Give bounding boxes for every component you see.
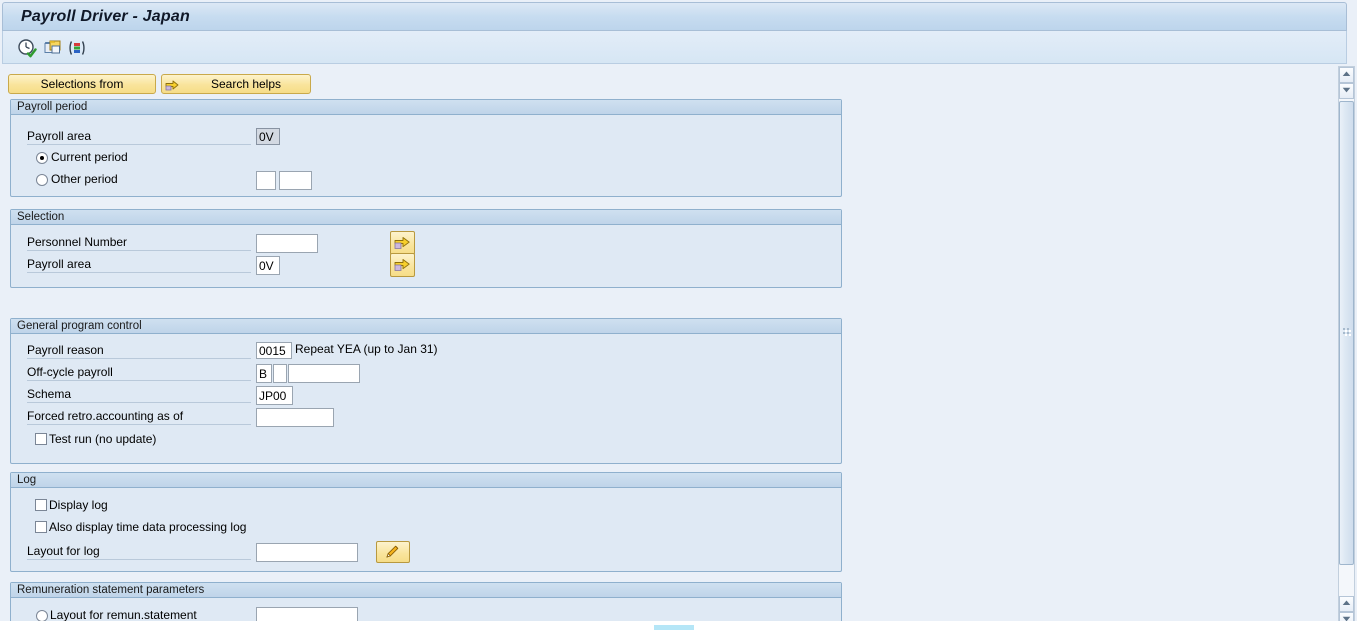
scroll-up-arrow-icon-bottom[interactable] [1339, 596, 1354, 612]
group-log-body: Display log Also display time data proce… [11, 488, 841, 571]
search-helps-label: Search helps [210, 77, 282, 91]
group-log: Log Display log Also display time data p… [10, 472, 842, 572]
label-time-data-log: Also display time data processing log [49, 520, 247, 534]
group-selection: Selection Personnel Number Payroll area [10, 209, 842, 288]
scrollbar-thumb[interactable] [1339, 101, 1354, 565]
input-forced-retro-accounting[interactable] [256, 408, 334, 427]
input-off-cycle-reason[interactable] [256, 364, 272, 383]
label-layout-for-log: Layout for log [27, 544, 251, 560]
selection-toolbar: Selections from Search helps [8, 74, 311, 94]
label-personnel-number: Personnel Number [27, 235, 251, 251]
vertical-scrollbar[interactable] [1338, 66, 1355, 629]
input-off-cycle-payroll-date[interactable] [288, 364, 360, 383]
horizontal-scrollbar-fragment[interactable] [654, 625, 694, 630]
label-payroll-area: Payroll area [27, 129, 251, 145]
execute-clock-icon[interactable] [17, 38, 37, 58]
group-general-program-control-body: Payroll reason Repeat YEA (up to Jan 31)… [11, 334, 841, 463]
input-layout-for-log[interactable] [256, 543, 358, 562]
window-titlebar: Payroll Driver - Japan [2, 2, 1347, 31]
label-other-period: Other period [51, 172, 118, 186]
group-general-program-control-header: General program control [11, 319, 841, 334]
search-helps-button[interactable]: Search helps [161, 74, 311, 94]
group-payroll-period-body: Payroll area Current period Other period [11, 115, 841, 196]
label-schema: Schema [27, 387, 251, 403]
page-title: Payroll Driver - Japan [21, 8, 190, 25]
radio-other-period[interactable] [36, 174, 48, 186]
multiple-selection-personnel-number-button[interactable] [390, 231, 415, 255]
text-payroll-reason-description: Repeat YEA (up to Jan 31) [295, 342, 438, 356]
input-other-period-first[interactable] [256, 171, 276, 190]
input-other-period-second[interactable] [279, 171, 312, 190]
application-toolbar: © www.tutorialkart.com [2, 31, 1347, 92]
multiple-selection-payroll-area-button[interactable] [390, 253, 415, 277]
selection-screen-pane: Selections from Search helps Payroll per… [2, 66, 1321, 629]
label-current-period: Current period [51, 150, 128, 164]
input-payroll-reason[interactable] [256, 342, 292, 359]
group-selection-header: Selection [11, 210, 841, 225]
label-selection-payroll-area: Payroll area [27, 257, 251, 273]
radio-current-period[interactable] [36, 152, 48, 164]
search-helps-arrow-icon [165, 77, 180, 92]
input-off-cycle-middle[interactable] [273, 364, 287, 383]
checkbox-time-data-log[interactable] [35, 521, 47, 533]
group-payroll-period-header: Payroll period [11, 100, 841, 115]
label-test-run: Test run (no update) [49, 432, 157, 446]
input-personnel-number[interactable] [256, 234, 318, 253]
checkbox-test-run[interactable] [35, 433, 47, 445]
scroll-down-arrow-icon-top[interactable] [1339, 83, 1354, 99]
scroll-up-arrow-icon[interactable] [1339, 67, 1354, 83]
input-schema[interactable] [256, 386, 293, 405]
checkbox-display-log[interactable] [35, 499, 47, 511]
group-payroll-period: Payroll period Payroll area Current peri… [10, 99, 842, 197]
label-off-cycle-payroll: Off-cycle payroll [27, 365, 251, 381]
label-display-log: Display log [49, 498, 108, 512]
group-log-header: Log [11, 473, 841, 488]
label-payroll-reason: Payroll reason [27, 343, 251, 359]
scrollbar-grip-icon [1343, 326, 1352, 336]
input-payroll-period-area[interactable] [256, 128, 280, 145]
group-general-program-control: General program control Payroll reason R… [10, 318, 842, 464]
sap-application-window: Payroll Driver - Japan Selections from S… [0, 0, 1357, 631]
pencil-edit-icon[interactable] [376, 541, 410, 563]
label-forced-retro-accounting: Forced retro.accounting as of [27, 409, 251, 425]
group-selection-body: Personnel Number Payroll area [11, 225, 841, 287]
label-layout-remun-statement: Layout for remun.statement [50, 608, 197, 622]
save-as-variant-icon[interactable] [43, 38, 63, 58]
group-remuneration-statement-header: Remuneration statement parameters [11, 583, 841, 598]
multicolor-bars-icon[interactable] [67, 38, 87, 58]
selections-from-button[interactable]: Selections from [8, 74, 156, 94]
input-selection-payroll-area[interactable] [256, 256, 280, 275]
